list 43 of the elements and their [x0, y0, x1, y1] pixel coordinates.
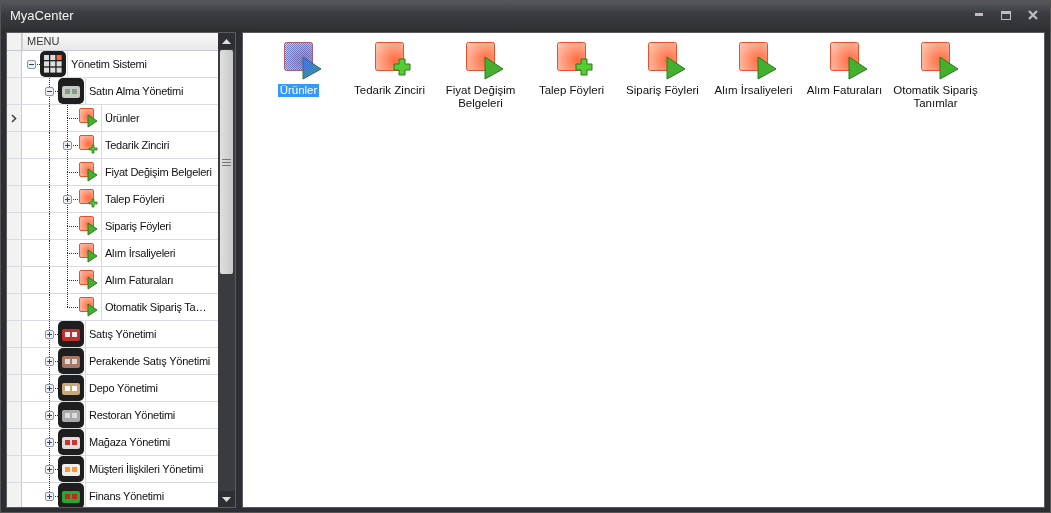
scroll-thumb[interactable]: [220, 50, 233, 274]
expander-icon[interactable]: [63, 141, 72, 150]
shortcut-label[interactable]: Sipariş Föyleri: [624, 84, 701, 97]
shortcut-label[interactable]: Fiyat Değişim Belgeleri: [435, 84, 526, 110]
document-play-icon[interactable]: [283, 42, 322, 80]
maximize-icon[interactable]: [1001, 10, 1011, 20]
expander-icon[interactable]: [63, 195, 72, 204]
expander-icon[interactable]: [45, 87, 54, 96]
document-plus-icon: [79, 135, 99, 155]
document-play-icon[interactable]: [920, 42, 959, 80]
close-icon[interactable]: [1028, 10, 1038, 20]
document-play-icon: [79, 162, 99, 182]
window-title: MyaCenter: [10, 7, 74, 23]
caret-up-icon: [222, 38, 231, 44]
shortcut-label[interactable]: Otomatik Sipariş Tanımlar: [890, 84, 981, 110]
shortcut-label[interactable]: Tedarik Zinciri: [352, 84, 427, 97]
expander-icon[interactable]: [45, 330, 54, 339]
minimize-icon[interactable]: [974, 13, 984, 17]
current-row-icon: [11, 113, 17, 123]
expander-icon[interactable]: [45, 357, 54, 366]
expander-icon[interactable]: [45, 438, 54, 447]
row-indicator[interactable]: [7, 105, 22, 131]
expander-icon[interactable]: [45, 384, 54, 393]
scroll-down-button[interactable]: [218, 491, 235, 507]
document-play-icon: [79, 216, 99, 236]
expander-icon[interactable]: [27, 60, 36, 69]
document-play-icon: [79, 243, 99, 263]
document-play-icon: [79, 297, 99, 317]
expander-icon[interactable]: [45, 465, 54, 474]
document-play-icon: [79, 108, 99, 128]
expander-icon[interactable]: [45, 411, 54, 420]
document-play-icon[interactable]: [738, 42, 777, 80]
document-play-icon[interactable]: [829, 42, 868, 80]
expander-icon[interactable]: [45, 492, 54, 501]
shortcut-label[interactable]: Alım Faturaları: [804, 84, 885, 97]
scroll-up-button[interactable]: [218, 33, 235, 49]
caret-down-icon: [222, 496, 231, 502]
document-play-icon[interactable]: [465, 42, 504, 80]
document-plus-icon: [79, 189, 99, 209]
document-play-icon: [79, 270, 99, 290]
shortcut-label[interactable]: Alım İrsaliyeleri: [712, 84, 795, 97]
shortcut-label[interactable]: Talep Föyleri: [536, 84, 607, 97]
document-play-icon[interactable]: [647, 42, 686, 80]
